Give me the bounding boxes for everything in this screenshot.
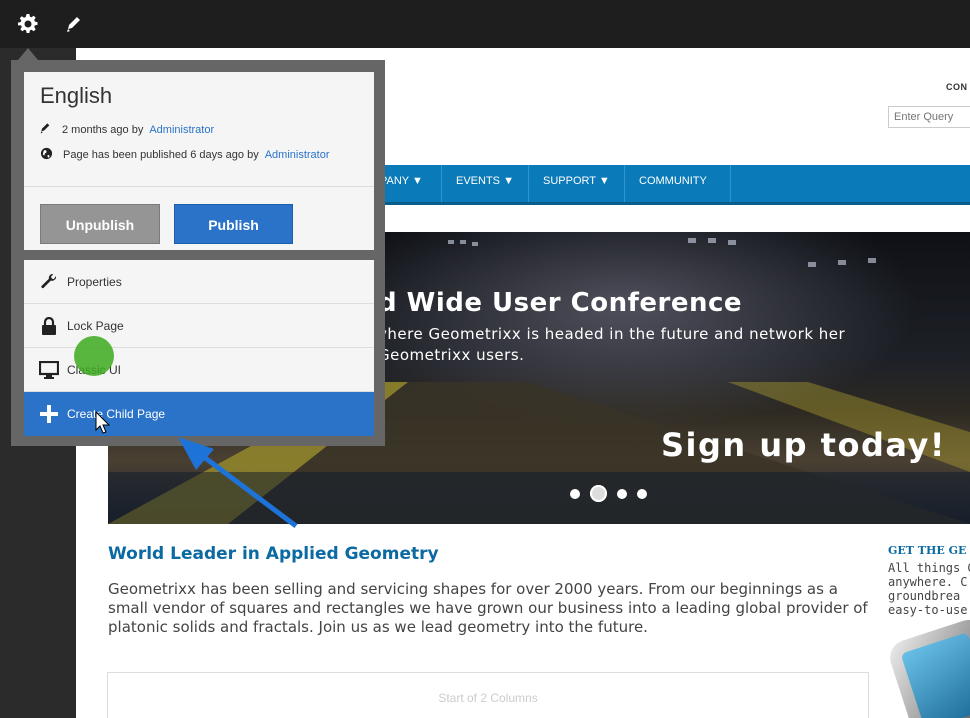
published-info: Page has been published 6 days ago by Ad… <box>40 147 330 163</box>
wrench-icon <box>35 273 63 291</box>
carousel-dot-active[interactable] <box>590 485 607 502</box>
header-link-partial[interactable]: CON <box>946 82 968 92</box>
hero-cta[interactable]: Sign up today! <box>661 426 946 464</box>
sidebar-heading[interactable]: GET THE GE <box>888 544 966 557</box>
action-create-child-page[interactable]: Create Child Page <box>24 392 374 436</box>
published-user-link[interactable]: Administrator <box>265 149 330 161</box>
nav-item-events[interactable]: EVENTS ▼ <box>442 165 529 202</box>
phone-image <box>885 615 970 718</box>
section-heading: World Leader in Applied Geometry <box>108 544 439 564</box>
modified-info: 2 months ago by Administrator <box>40 122 214 137</box>
unpublish-button[interactable]: Unpublish <box>40 204 160 244</box>
page-title: English <box>40 83 113 108</box>
action-properties[interactable]: Properties <box>24 260 374 304</box>
columns-label: Start of 2 Columns <box>438 691 538 705</box>
popover-header: English 2 months ago by Administrator Pa… <box>24 72 374 250</box>
nav-item-community[interactable]: COMMUNITY <box>625 165 731 202</box>
nav-item-support[interactable]: SUPPORT ▼ <box>529 165 625 202</box>
columns-placeholder[interactable]: Start of 2 Columns <box>107 672 869 718</box>
carousel-dot[interactable] <box>617 488 627 499</box>
search-input[interactable] <box>888 106 970 128</box>
pencil-icon <box>40 122 52 137</box>
published-text: Page has been published 6 days ago by <box>63 149 259 161</box>
click-indicator <box>74 336 114 376</box>
modified-text: 2 months ago by <box>62 123 144 136</box>
carousel-dot[interactable] <box>637 488 647 499</box>
action-label: Lock Page <box>67 318 124 333</box>
section-paragraph: Geometrixx has been selling and servicin… <box>108 580 868 636</box>
monitor-icon <box>35 360 63 379</box>
carousel-dots <box>570 485 647 502</box>
carousel-dot[interactable] <box>570 488 580 499</box>
top-toolbar <box>0 0 970 48</box>
globe-icon <box>40 147 53 163</box>
popover-arrow <box>18 48 38 60</box>
plus-icon <box>35 405 63 423</box>
pencil-icon[interactable] <box>63 12 87 36</box>
gear-icon[interactable] <box>16 12 40 36</box>
phone-screen <box>900 632 970 718</box>
sidebar-text: All things G anywhere. C groundbrea easy… <box>888 561 970 617</box>
action-label: Create Child Page <box>67 407 166 421</box>
lock-icon <box>35 316 63 335</box>
action-label: Properties <box>67 274 122 289</box>
hero-title: d Wide User Conference <box>378 288 743 318</box>
action-lock-page[interactable]: Lock Page <box>24 304 374 348</box>
page-popover: English 2 months ago by Administrator Pa… <box>11 60 385 446</box>
modified-user-link[interactable]: Administrator <box>149 124 214 136</box>
hero-subtitle: vhere Geometrixx is headed in the future… <box>378 325 846 364</box>
divider <box>24 186 374 187</box>
publish-button[interactable]: Publish <box>174 204 293 244</box>
